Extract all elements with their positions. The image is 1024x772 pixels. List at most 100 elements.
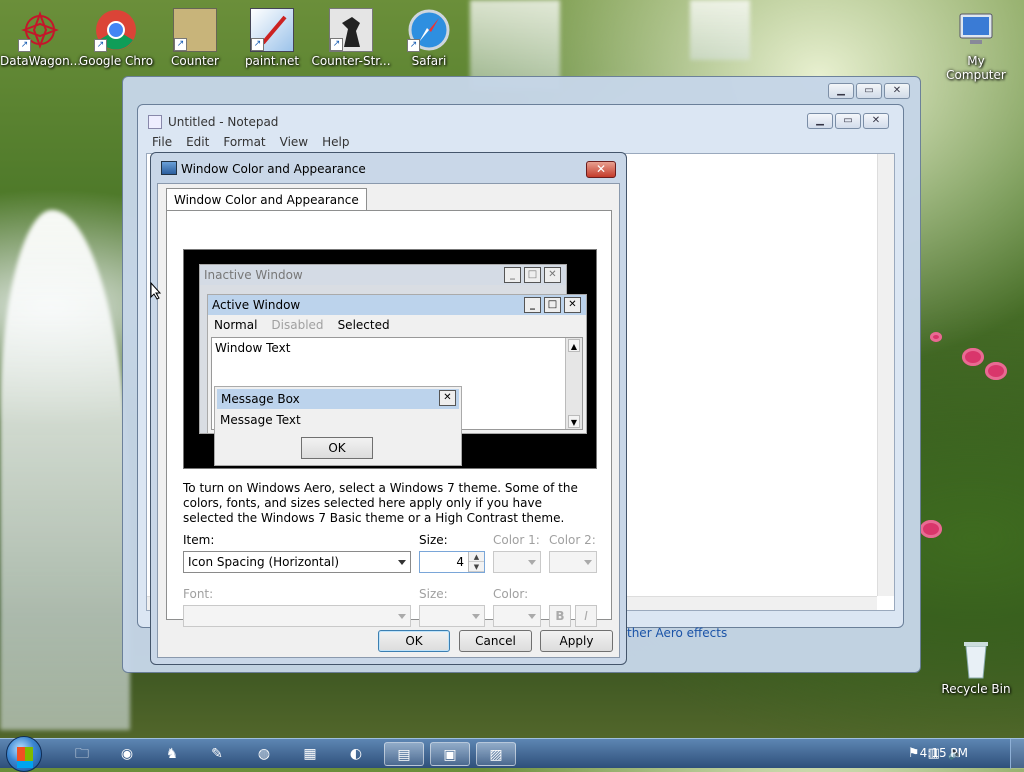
font-color-label: Color: [493, 587, 529, 601]
menu-normal: Normal [214, 318, 258, 332]
spin-down-icon[interactable]: ▼ [469, 562, 484, 572]
taskbar: 🗀 ◉ ♞ ✎ ◍ ▦ ◐ ▤ ▣ ▨ ⚑ ▥ 🔈 4:15 PM [0, 736, 1024, 772]
show-desktop-button[interactable] [1010, 739, 1024, 769]
minimize-button[interactable]: ▁ [828, 83, 854, 99]
preview-ok-button: OK [301, 437, 373, 459]
close-button[interactable]: ✕ [863, 113, 889, 129]
minimize-icon: _ [524, 297, 541, 313]
paintnet-taskbar-icon[interactable]: ◐ [336, 742, 376, 766]
message-box-title-text: Message Box [221, 392, 300, 406]
desktop-icon-paintnet[interactable]: ↗ paint.net [232, 8, 312, 68]
safari-icon: ↗ [407, 8, 451, 52]
minimize-icon: _ [504, 267, 521, 283]
bold-button: B [549, 605, 571, 627]
preview-menu: Normal Disabled Selected [208, 315, 586, 335]
scroll-up-icon: ▲ [568, 339, 580, 352]
maximize-icon: □ [524, 267, 541, 283]
spin-buttons[interactable]: ▲ ▼ [468, 552, 484, 572]
chrome-icon: ↗ [94, 8, 138, 52]
desktop-icon-datawagon[interactable]: ↗ DataWagon... [0, 8, 81, 68]
dialog-title: Window Color and Appearance [181, 162, 366, 176]
menu-selected: Selected [337, 318, 390, 332]
desktop-icon-chrome[interactable]: ↗ Google Chro [76, 8, 156, 68]
counter-icon: ↗ [173, 8, 217, 52]
flower [920, 520, 942, 538]
item-select-value: Icon Spacing (Horizontal) [188, 555, 340, 569]
menu-edit[interactable]: Edit [186, 135, 209, 153]
clock[interactable]: 4:15 PM [920, 746, 968, 760]
explorer-taskbar-icon[interactable]: 🗀 [62, 742, 102, 766]
display-settings-taskbar-icon[interactable]: ▨ [476, 742, 516, 766]
menu-format[interactable]: Format [223, 135, 265, 153]
ok-button[interactable]: OK [378, 630, 450, 652]
counter-taskbar-icon[interactable]: ▦ [290, 742, 330, 766]
desktop-icon-label: Counter-Str... [311, 54, 391, 68]
start-button[interactable] [6, 736, 42, 772]
color1-picker [493, 551, 541, 573]
close-icon: ✕ [544, 267, 561, 283]
desktop-icon-label: Counter [171, 54, 219, 68]
desktop-icon-counter[interactable]: ↗ Counter [155, 8, 235, 68]
minimize-button[interactable]: ▁ [807, 113, 833, 129]
italic-button: I [575, 605, 597, 627]
flower [962, 348, 984, 366]
chevron-down-icon [398, 560, 406, 565]
notepad-taskbar-icon[interactable]: ▤ [384, 742, 424, 766]
close-button[interactable]: ✕ [884, 83, 910, 99]
menu-bar: File Edit Format View Help [146, 135, 895, 153]
tab-window-color[interactable]: Window Color and Appearance [166, 188, 367, 211]
menu-help[interactable]: Help [322, 135, 349, 153]
cancel-button[interactable]: Cancel [459, 630, 532, 652]
desktop-icon-label: Recycle Bin [941, 682, 1011, 696]
dialog-body: Window Color and Appearance Inactive Win… [157, 183, 620, 658]
chevron-down-icon [528, 614, 536, 619]
message-box-title: Message Box ✕ [217, 389, 459, 409]
maximize-button[interactable]: ▭ [856, 83, 882, 99]
waterfall-top-right [690, 0, 750, 60]
appearance-preview[interactable]: Inactive Window _ □ ✕ Active Window _ □ … [183, 249, 597, 469]
window-color-dialog[interactable]: Window Color and Appearance ✕ Window Col… [150, 152, 627, 665]
font-size-select [419, 605, 485, 627]
display-icon [161, 161, 177, 175]
paint-taskbar-icon[interactable]: ✎ [197, 742, 237, 766]
chrome-taskbar-icon[interactable]: ◉ [107, 742, 147, 766]
desktop-icon-label: Safari [411, 54, 447, 68]
chevron-down-icon [398, 614, 406, 619]
maximize-button[interactable]: ▭ [835, 113, 861, 129]
desktop-icon-recycle-bin[interactable]: Recycle Bin [936, 636, 1016, 696]
chevron-down-icon [584, 560, 592, 565]
my-computer-icon [954, 8, 998, 52]
windows-logo-icon [17, 747, 33, 761]
apply-button[interactable]: Apply [540, 630, 613, 652]
desktop-icon-counter-strike[interactable]: ↗ Counter-Str... [311, 8, 391, 68]
notepad-icon [148, 115, 162, 129]
menu-disabled: Disabled [271, 318, 324, 332]
menu-view[interactable]: View [280, 135, 308, 153]
counter-strike-icon: ↗ [329, 8, 373, 52]
close-button[interactable]: ✕ [586, 161, 616, 178]
size-stepper[interactable]: 4 ▲ ▼ [419, 551, 485, 573]
preview-scrollbar: ▲ ▼ [565, 338, 582, 429]
spin-up-icon[interactable]: ▲ [469, 552, 484, 562]
flag-icon[interactable]: ⚑ [908, 746, 920, 761]
active-title-text: Active Window [212, 298, 301, 312]
flower [930, 332, 942, 342]
chevron-down-icon [472, 614, 480, 619]
desktop-icon-my-computer[interactable]: My Computer [936, 8, 1016, 82]
window-title: Untitled - Notepad [168, 115, 279, 129]
size-value: 4 [456, 555, 464, 569]
counter-strike-taskbar-icon[interactable]: ♞ [152, 742, 192, 766]
aero-effects-link[interactable]: ther Aero effects [627, 626, 727, 640]
menu-file[interactable]: File [152, 135, 172, 153]
mouse-cursor-icon [150, 282, 162, 300]
vertical-scrollbar[interactable] [877, 154, 894, 596]
font-color-picker [493, 605, 541, 627]
desktop-icon-safari[interactable]: ↗ Safari [389, 8, 469, 68]
control-panel-taskbar-icon[interactable]: ▣ [430, 742, 470, 766]
tab-page: Inactive Window _ □ ✕ Active Window _ □ … [166, 210, 612, 627]
globe-taskbar-icon[interactable]: ◍ [244, 742, 284, 766]
font-select [183, 605, 411, 627]
desktop-icon-label: paint.net [244, 54, 300, 68]
item-select[interactable]: Icon Spacing (Horizontal) [183, 551, 411, 573]
preview-message-box: Message Box ✕ Message Text OK [214, 386, 462, 466]
